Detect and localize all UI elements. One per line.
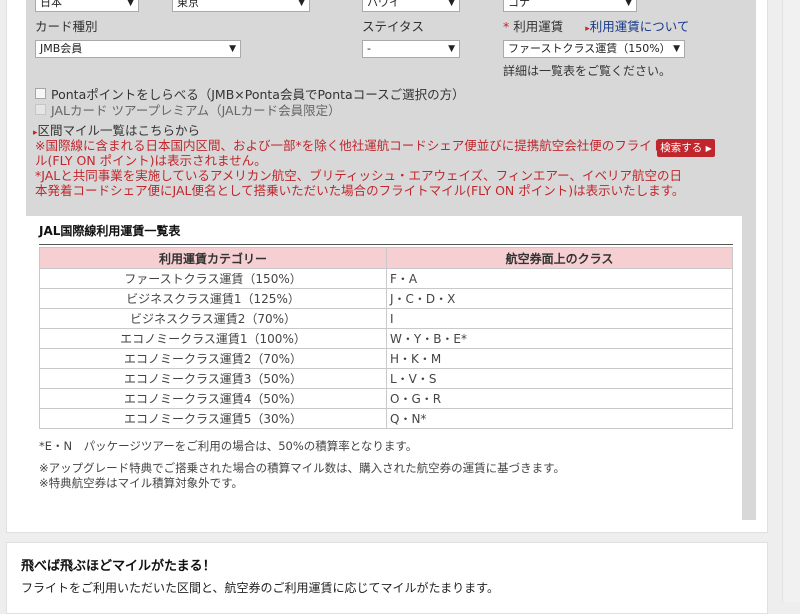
column-header-ticket-class: 航空券面上のクラス: [386, 247, 733, 269]
fare-value: ファーストクラス運賃（150%）: [508, 42, 671, 55]
notice-1-line2: ル(FLY ON ポイント)は表示されません。: [35, 153, 267, 168]
chevron-down-icon: ▼: [625, 0, 632, 8]
search-button-label: 検索する: [660, 142, 703, 154]
fare-table-note-award: ※特典航空券はマイル積算対象外です。: [39, 476, 243, 490]
chevron-down-icon: ▼: [448, 44, 455, 54]
status-select[interactable]: - ▼: [362, 40, 460, 58]
ticket-class-cell: F・A: [386, 268, 733, 289]
arrival-region-value: ハワイ: [367, 0, 400, 9]
ticket-class-cell: H・K・M: [386, 348, 733, 369]
fare-label: 利用運賃: [513, 19, 564, 34]
table-row: エコノミークラス運賃3（50%） L・V・S: [39, 368, 733, 389]
chevron-down-icon: ▼: [127, 0, 134, 8]
fare-table: 利用運賃カテゴリー 航空券面上のクラス ファーストクラス運賃（150%） F・A…: [39, 247, 733, 429]
fare-table-title: JAL国際線利用運賃一覧表: [39, 222, 733, 245]
fare-category-cell: エコノミークラス運賃5（30%）: [39, 408, 387, 429]
ponta-checkbox[interactable]: [35, 88, 46, 99]
arrival-city-value: コナ: [508, 0, 530, 9]
ticket-class-cell: O・G・R: [386, 388, 733, 409]
fare-about-link[interactable]: ▸利用運賃について: [585, 19, 689, 34]
status-label: ステイタス: [362, 19, 425, 34]
section-mile-link[interactable]: ▸区間マイル一覧はこちらから: [33, 120, 200, 139]
column-header-fare-category: 利用運賃カテゴリー: [39, 247, 387, 269]
arrival-city-select[interactable]: コナ ▼: [503, 0, 637, 12]
ticket-class-cell: W・Y・B・E*: [386, 328, 733, 349]
fare-hint: 詳細は一覧表をご覧ください。: [503, 64, 672, 78]
ticket-class-cell: J・C・D・X: [386, 288, 733, 309]
fare-category-cell: エコノミークラス運賃4（50%）: [39, 388, 387, 409]
play-arrow-icon: ▶: [705, 144, 712, 153]
chevron-down-icon: ▼: [229, 44, 236, 54]
fare-table-note-package: *E・N パッケージツアーをご利用の場合は、50%の積算率となります。: [39, 439, 418, 453]
mileage-info-section: 飛べば飛ぶほどマイルがたまる！ フライトをご利用いただいた区間と、航空券のご利用…: [6, 542, 768, 614]
mileage-info-text: フライトをご利用いただいた区間と、航空券のご利用運賃に応じてマイルがたまります。: [21, 581, 499, 595]
fare-table-box: JAL国際線利用運賃一覧表 利用運賃カテゴリー 航空券面上のクラス ファーストク…: [26, 216, 742, 520]
table-row: エコノミークラス運賃5（30%） Q・N*: [39, 408, 733, 429]
fare-about-link-text: 利用運賃について: [589, 19, 690, 34]
section-mile-link-text: 区間マイル一覧はこちらから: [37, 123, 201, 138]
fare-category-cell: ビジネスクラス運賃2（70%）: [39, 308, 387, 329]
departure-country-value: 日本: [40, 0, 62, 9]
tour-premium-checkbox-label: JALカード ツアープレミアム（JALカード会員限定）: [51, 103, 341, 118]
table-row: ファーストクラス運賃（150%） F・A: [39, 268, 733, 289]
required-mark: *: [503, 19, 510, 34]
table-header-row: 利用運賃カテゴリー 航空券面上のクラス: [39, 247, 733, 269]
departure-country-select[interactable]: 日本 ▼: [35, 0, 139, 12]
chevron-down-icon: ▼: [448, 0, 455, 8]
vertical-scrollbar[interactable]: [782, 0, 800, 602]
departure-city-select[interactable]: 東京 ▼: [172, 0, 310, 12]
notice-2-line1: *JALと共同事業を実施しているアメリカン航空、ブリティッシュ・エアウェイズ、フ…: [35, 168, 682, 183]
fare-table-note-upgrade: ※アップグレード特典でご搭乗された場合の積算マイル数は、購入された航空券の運賃に…: [39, 461, 565, 475]
departure-city-value: 東京: [177, 0, 199, 9]
arrival-region-select[interactable]: ハワイ ▼: [362, 0, 460, 12]
card-type-label: カード種別: [35, 19, 98, 34]
table-row: ビジネスクラス運賃1（125%） J・C・D・X: [39, 288, 733, 309]
notice-1-line1: ※国際線に含まれる日本国内区間、および一部*を除く他社運航コードシェア便並びに提…: [35, 138, 690, 153]
fare-category-cell: エコノミークラス運賃1（100%）: [39, 328, 387, 349]
mileage-info-heading: 飛べば飛ぶほどマイルがたまる！: [21, 559, 216, 574]
tour-premium-checkbox[interactable]: [35, 104, 46, 115]
card-type-select[interactable]: JMB会員 ▼: [35, 40, 241, 58]
ticket-class-cell: L・V・S: [386, 368, 733, 389]
notice-2-line2: 本発着コードシェア便にJAL便名として搭乗いただいた場合のフライトマイル(FLY…: [35, 183, 685, 198]
ticket-class-cell: I: [386, 308, 733, 329]
ticket-class-cell: Q・N*: [386, 408, 733, 429]
fare-select[interactable]: ファーストクラス運賃（150%） ▼: [503, 40, 685, 58]
fare-category-cell: ファーストクラス運賃（150%）: [39, 268, 387, 289]
table-row: エコノミークラス運賃2（70%） H・K・M: [39, 348, 733, 369]
chevron-down-icon: ▼: [298, 0, 305, 8]
fare-category-cell: ビジネスクラス運賃1（125%）: [39, 288, 387, 309]
table-row: エコノミークラス運賃1（100%） W・Y・B・E*: [39, 328, 733, 349]
table-row: ビジネスクラス運賃2（70%） I: [39, 308, 733, 329]
card-type-value: JMB会員: [40, 42, 83, 55]
search-button[interactable]: 検索する ▶: [657, 139, 715, 157]
chevron-down-icon: ▼: [673, 44, 680, 54]
tour-premium-checkbox-row[interactable]: JALカード ツアープレミアム（JALカード会員限定）: [35, 100, 341, 119]
status-value: -: [367, 42, 371, 55]
fare-label-group: * 利用運賃 ▸利用運賃について: [503, 16, 689, 35]
table-row: エコノミークラス運賃4（50%） O・G・R: [39, 388, 733, 409]
fare-category-cell: エコノミークラス運賃2（70%）: [39, 348, 387, 369]
fare-category-cell: エコノミークラス運賃3（50%）: [39, 368, 387, 389]
